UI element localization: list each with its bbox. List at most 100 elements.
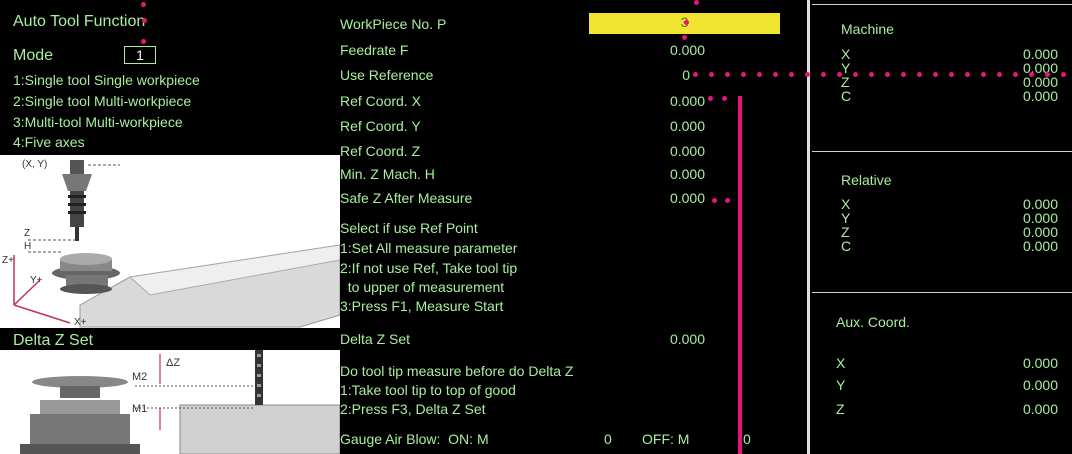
annotation-dot-use-ref bbox=[1013, 72, 1018, 77]
ref-coord-y-label: Ref Coord. Y bbox=[340, 118, 421, 134]
annotation-dot-use-ref bbox=[869, 72, 874, 77]
diagram-m1-label: M1 bbox=[132, 403, 147, 415]
feedrate-value[interactable]: 0.000 bbox=[600, 42, 705, 58]
gauge-on-value[interactable]: 0 bbox=[604, 431, 612, 447]
diagram-z-label: Z bbox=[24, 228, 30, 239]
mode-option-2: 2:Single tool Multi-workpiece bbox=[13, 93, 192, 109]
annotation-dot-use-ref bbox=[805, 72, 810, 77]
aux-value-y: 0.000 bbox=[1022, 377, 1058, 393]
annotation-dot-use-ref bbox=[693, 72, 698, 77]
annotation-dot-use-ref bbox=[1061, 72, 1066, 77]
ref-coord-x-label: Ref Coord. X bbox=[340, 93, 421, 109]
feedrate-label: Feedrate F bbox=[340, 42, 409, 58]
annotation-dot-use-ref bbox=[949, 72, 954, 77]
annotation-dot-wp-top bbox=[694, 0, 699, 5]
diagram-dz-label: ΔZ bbox=[166, 357, 180, 369]
aux-title: Aux. Coord. bbox=[836, 314, 910, 330]
tool-measure-diagram: (X, Y) Z H Z+ Y+ X+ bbox=[0, 155, 340, 328]
use-reference-value[interactable]: 0 bbox=[600, 67, 690, 83]
diagram-yplus-label: Y+ bbox=[30, 275, 43, 286]
annotation-dot-use-ref bbox=[773, 72, 778, 77]
ref-instruction-4: to upper of measurement bbox=[340, 279, 505, 295]
ref-coord-z-label: Ref Coord. Z bbox=[340, 143, 421, 159]
min-z-mach-label: Min. Z Mach. H bbox=[340, 166, 435, 182]
delta-z-diagram: ΔZ M2 M1 bbox=[0, 350, 340, 454]
aux-axis-x: X bbox=[836, 355, 846, 371]
delta-z-title: Delta Z Set bbox=[13, 332, 94, 349]
annotation-dot-use-ref bbox=[1045, 72, 1050, 77]
use-reference-label: Use Reference bbox=[340, 67, 434, 83]
annotation-dot-use-ref bbox=[821, 72, 826, 77]
annotation-dot-use-ref bbox=[741, 72, 746, 77]
right-mid-divider-1 bbox=[812, 151, 1072, 152]
annotation-dot-use-ref bbox=[933, 72, 938, 77]
aux-axis-y: Y bbox=[836, 377, 846, 393]
ref-instruction-3: 2:If not use Ref, Take tool tip bbox=[340, 260, 518, 276]
machine-value-c: 0.000 bbox=[1022, 88, 1058, 104]
ref-instruction-1: Select if use Ref Point bbox=[340, 220, 478, 236]
annotation-dot-use-ref bbox=[709, 72, 714, 77]
ref-coord-x-value[interactable]: 0.000 bbox=[600, 93, 705, 109]
diagram-h-label: H bbox=[24, 241, 31, 252]
relative-value-c: 0.000 bbox=[1022, 238, 1058, 254]
mode-label: Mode bbox=[13, 47, 54, 64]
mode-option-4: 4:Five axes bbox=[13, 134, 85, 150]
dz-instruction-2: 1:Take tool tip to top of good bbox=[340, 382, 516, 398]
safe-z-value[interactable]: 0.000 bbox=[600, 190, 705, 206]
gauge-on-label: Gauge Air Blow: ON: M bbox=[340, 431, 489, 447]
diagram-xplus-label: X+ bbox=[74, 317, 87, 328]
relative-axis-c: C bbox=[841, 238, 852, 254]
annotation-dot-use-ref bbox=[1029, 72, 1034, 77]
gauge-off-label: OFF: M bbox=[642, 431, 690, 447]
annotation-dot-use-ref bbox=[901, 72, 906, 77]
ref-instruction-5: 3:Press F1, Measure Start bbox=[340, 298, 504, 314]
delta-z-label: Delta Z Set bbox=[340, 331, 411, 347]
annotation-dot-refx bbox=[708, 96, 713, 101]
annotation-dot-top-left bbox=[142, 18, 147, 23]
annotation-dot-safez bbox=[712, 198, 717, 203]
aux-value-x: 0.000 bbox=[1022, 355, 1058, 371]
right-mid-divider-2 bbox=[812, 292, 1072, 293]
annotation-dot-top-left bbox=[141, 2, 146, 7]
annotation-dot-use-ref bbox=[885, 72, 890, 77]
annotation-dot-safez bbox=[725, 198, 730, 203]
column-divider bbox=[807, 0, 810, 454]
delta-z-value[interactable]: 0.000 bbox=[600, 331, 705, 347]
machine-axis-c: C bbox=[841, 88, 852, 104]
diagram-zplus-label: Z+ bbox=[2, 255, 14, 266]
annotation-dot-use-ref bbox=[997, 72, 1002, 77]
annotation-dot-wp bbox=[682, 35, 687, 40]
aux-axis-z: Z bbox=[836, 401, 845, 417]
annotation-dot-mode bbox=[141, 39, 146, 44]
annotation-dot-use-ref bbox=[837, 72, 842, 77]
annotation-dot-refx bbox=[722, 96, 727, 101]
mode-option-3: 3:Multi-tool Multi-workpiece bbox=[13, 114, 183, 130]
annotation-vertical-line bbox=[738, 96, 742, 454]
gauge-off-value[interactable]: 0 bbox=[743, 431, 751, 447]
annotation-dot-use-ref bbox=[789, 72, 794, 77]
annotation-dot-use-ref bbox=[981, 72, 986, 77]
annotation-dot-use-ref bbox=[965, 72, 970, 77]
ref-coord-y-value[interactable]: 0.000 bbox=[600, 118, 705, 134]
mode-option-1: 1:Single tool Single workpiece bbox=[13, 72, 200, 88]
annotation-dot-use-ref bbox=[917, 72, 922, 77]
aux-value-z: 0.000 bbox=[1022, 401, 1058, 417]
annotation-dot-wp bbox=[684, 20, 689, 25]
annotation-dot-use-ref bbox=[853, 72, 858, 77]
dz-instruction-3: 2:Press F3, Delta Z Set bbox=[340, 401, 486, 417]
relative-title: Relative bbox=[841, 172, 892, 188]
diagram-m2-label: M2 bbox=[132, 371, 147, 383]
ref-instruction-2: 1:Set All measure parameter bbox=[340, 240, 518, 256]
annotation-dot-use-ref bbox=[725, 72, 730, 77]
annotation-dot-use-ref bbox=[757, 72, 762, 77]
mode-input[interactable]: 1 bbox=[124, 46, 156, 64]
safe-z-label: Safe Z After Measure bbox=[340, 190, 473, 206]
workpiece-label: WorkPiece No. P bbox=[340, 16, 447, 32]
ref-coord-z-value[interactable]: 0.000 bbox=[600, 143, 705, 159]
diagram-xy-label: (X, Y) bbox=[22, 159, 47, 170]
right-top-divider bbox=[812, 4, 1072, 5]
min-z-mach-value[interactable]: 0.000 bbox=[600, 166, 705, 182]
dz-instruction-1: Do tool tip measure before do Delta Z bbox=[340, 363, 574, 379]
page-title: Auto Tool Function bbox=[13, 13, 146, 30]
machine-title: Machine bbox=[841, 21, 894, 37]
